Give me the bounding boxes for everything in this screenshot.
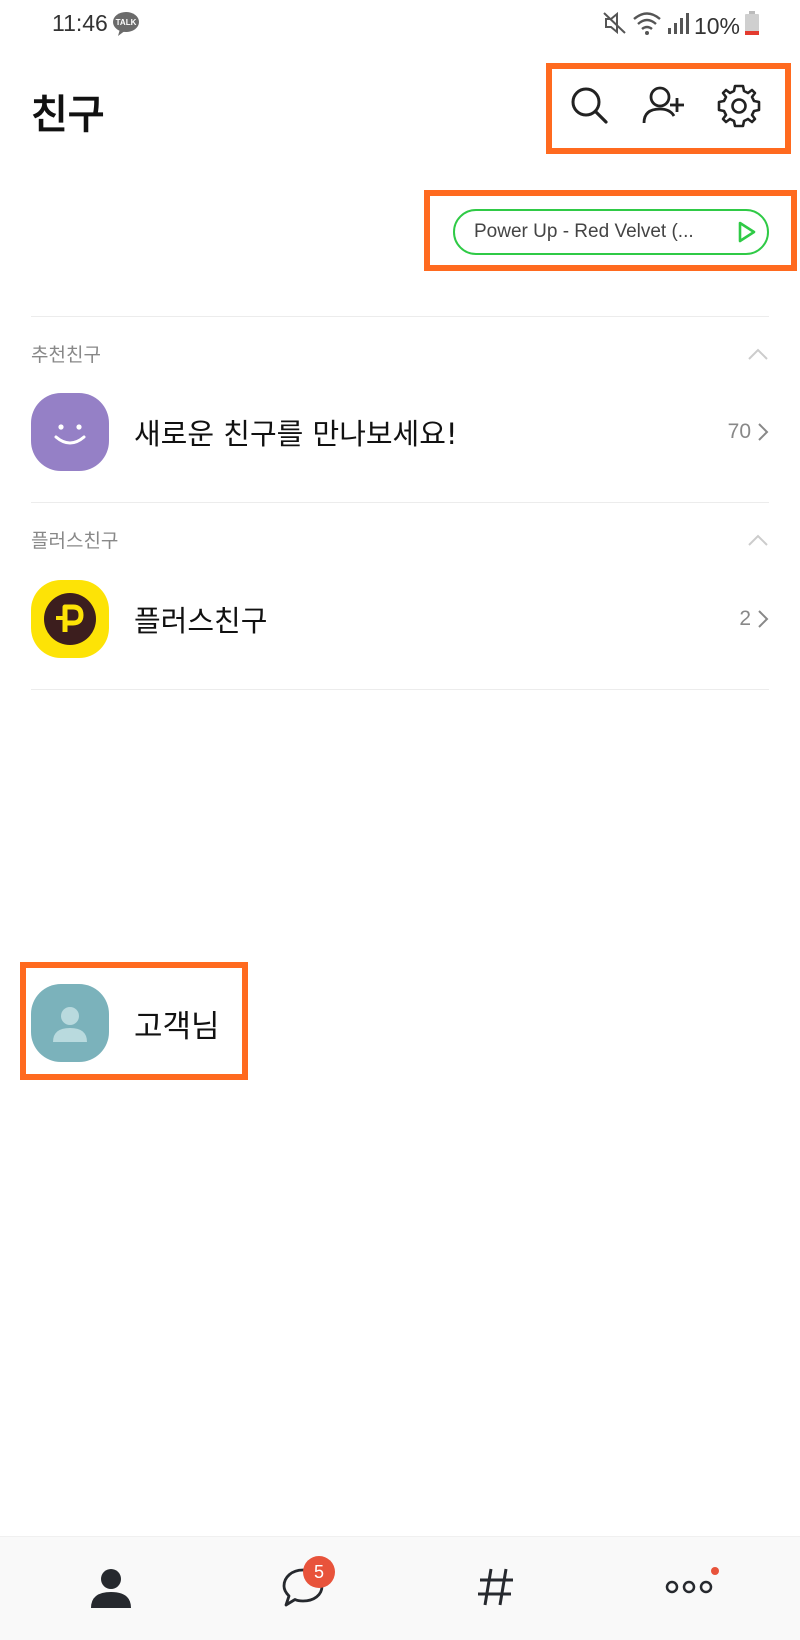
add-friend-icon[interactable] xyxy=(641,82,689,130)
more-notification-dot xyxy=(711,1567,719,1575)
friends-icon xyxy=(89,1565,133,1613)
mute-icon xyxy=(602,10,628,42)
talk-badge-text: TALK xyxy=(116,18,137,27)
profile-avatar xyxy=(31,984,109,1062)
divider xyxy=(31,502,769,503)
recommended-friends-row[interactable]: 새로운 친구를 만나보세요! 70 xyxy=(31,393,769,471)
battery-text: 10% xyxy=(693,12,740,39)
bottom-nav: 5 xyxy=(0,1536,800,1640)
my-profile-row[interactable]: 고객님 xyxy=(31,984,220,1062)
chevron-right-icon xyxy=(757,422,769,442)
divider xyxy=(31,689,769,690)
nav-friends-tab[interactable] xyxy=(11,1537,211,1640)
page-title: 친구 xyxy=(31,92,105,138)
plus-count: 2 xyxy=(739,607,751,630)
profile-music-text: Power Up - Red Velvet (... xyxy=(474,221,694,242)
status-bar: 11:46 TALK 10% xyxy=(0,0,800,52)
section-label-plus: 플러스친구 xyxy=(31,530,119,552)
profile-name: 고객님 xyxy=(134,1008,220,1045)
nav-more-tab[interactable] xyxy=(589,1537,789,1640)
section-label-recommended: 추천친구 xyxy=(31,344,101,366)
search-icon[interactable] xyxy=(566,82,614,130)
divider xyxy=(31,316,769,317)
profile-music-button[interactable]: Power Up - Red Velvet (... xyxy=(453,209,769,255)
settings-icon[interactable] xyxy=(715,82,763,130)
recommended-avatar xyxy=(31,393,109,471)
nav-chats-tab[interactable] xyxy=(203,1537,403,1640)
status-indicators: 10% xyxy=(602,10,760,42)
wifi-icon xyxy=(632,10,662,42)
section-plus-header: 플러스친구 xyxy=(31,526,769,558)
battery-icon xyxy=(744,10,760,42)
chat-unread-badge: 5 xyxy=(303,1556,335,1588)
play-icon xyxy=(735,220,757,244)
nav-hashtag-tab[interactable] xyxy=(396,1537,596,1640)
status-time: 11:46 xyxy=(52,10,108,36)
plus-row-label: 플러스친구 xyxy=(134,604,268,638)
chevron-up-icon[interactable] xyxy=(747,532,769,546)
recommended-row-label: 새로운 친구를 만나보세요! xyxy=(134,417,458,451)
header: 친구 xyxy=(0,60,800,152)
chevron-up-icon[interactable] xyxy=(747,346,769,360)
hashtag-icon xyxy=(476,1565,516,1613)
header-actions xyxy=(550,70,790,142)
plus-friend-logo xyxy=(31,580,109,658)
recommended-count: 70 xyxy=(727,420,751,443)
chevron-right-icon xyxy=(757,609,769,629)
section-recommended-header: 추천친구 xyxy=(31,340,769,372)
plus-friends-row[interactable]: 플러스친구 2 xyxy=(31,580,769,658)
more-icon xyxy=(665,1577,713,1601)
signal-icon xyxy=(666,11,690,41)
talk-notification-icon: TALK xyxy=(112,11,142,37)
